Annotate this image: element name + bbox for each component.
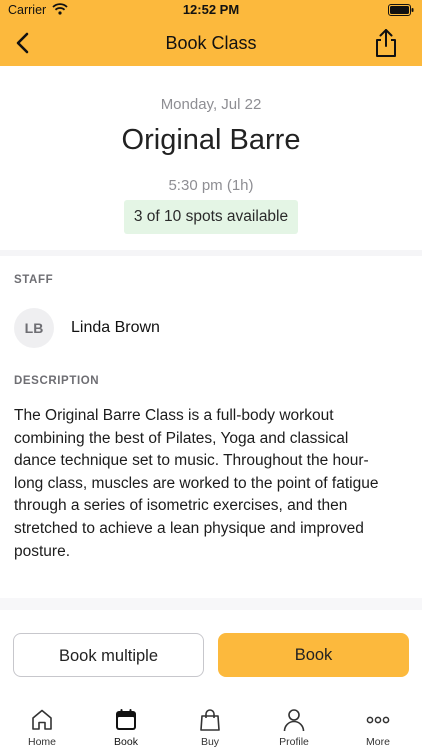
- person-icon: [283, 709, 305, 732]
- tab-profile-label: Profile: [279, 736, 309, 748]
- description-section-label: DESCRIPTION: [14, 375, 100, 387]
- class-description: The Original Barre Class is a full-body …: [14, 407, 379, 560]
- staff-avatar: LB: [14, 308, 54, 348]
- home-icon: [32, 709, 52, 730]
- tab-more-label: More: [366, 736, 390, 748]
- tab-bar: Home Book Buy Profile More: [0, 699, 422, 750]
- tab-more[interactable]: More: [336, 699, 420, 750]
- tab-book[interactable]: Book: [84, 699, 168, 750]
- page-title: Book Class: [165, 33, 257, 53]
- staff-section-label: STAFF: [14, 274, 54, 286]
- tab-buy-label: Buy: [200, 736, 220, 748]
- status-time: 12:52 PM: [182, 2, 240, 17]
- calendar-icon: [116, 709, 136, 730]
- book-button[interactable]: Book: [218, 633, 409, 677]
- share-button[interactable]: [372, 27, 400, 59]
- header: Carrier 12:52 PM Book Class: [0, 0, 422, 66]
- more-dots-icon: [366, 716, 390, 724]
- share-icon: [376, 29, 396, 57]
- nav-bar: Book Class: [0, 20, 422, 66]
- class-name: Original Barre: [121, 124, 301, 156]
- class-date: Monday, Jul 22: [160, 96, 262, 113]
- class-time: 5:30 pm (1h): [168, 177, 254, 194]
- class-info: Monday, Jul 22 Original Barre 5:30 pm (1…: [0, 66, 422, 250]
- spots-available-badge: 3 of 10 spots available: [124, 200, 298, 234]
- book-multiple-button[interactable]: Book multiple: [13, 633, 204, 677]
- tab-book-label: Book: [114, 736, 138, 748]
- tab-home-label: Home: [27, 736, 56, 748]
- status-bar: Carrier 12:52 PM: [0, 0, 422, 20]
- battery-icon: [388, 4, 414, 19]
- shopping-bag-icon: [200, 709, 220, 731]
- section-divider: [0, 250, 422, 256]
- tab-profile[interactable]: Profile: [252, 699, 336, 750]
- section-divider: [0, 598, 422, 610]
- tab-buy[interactable]: Buy: [168, 699, 252, 750]
- staff-name[interactable]: Linda Brown: [71, 319, 160, 337]
- tab-home[interactable]: Home: [0, 699, 84, 750]
